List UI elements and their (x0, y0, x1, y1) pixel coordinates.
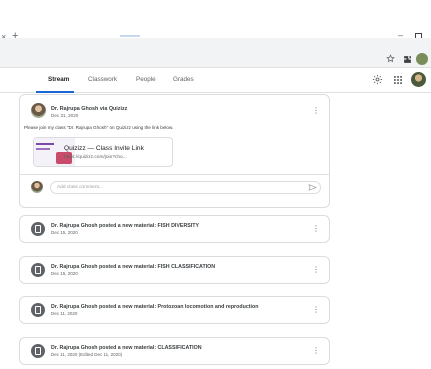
send-icon[interactable] (308, 184, 317, 191)
material-icon (31, 344, 45, 358)
apps-grid-icon[interactable] (394, 76, 402, 84)
tab-people[interactable]: People (136, 76, 156, 84)
material-title: Dr. Rajrupa Ghosh posted a new material:… (51, 345, 202, 351)
material-card[interactable] (19, 296, 330, 324)
commenter-avatar (31, 181, 43, 193)
active-tab[interactable] (120, 35, 140, 37)
material-date: Dec 15, 2020 (51, 230, 78, 235)
material-icon (31, 263, 45, 277)
material-card[interactable] (19, 256, 330, 284)
more-options-icon[interactable]: ⋮ (312, 347, 320, 355)
browser-profile-avatar[interactable] (416, 53, 428, 65)
tab-grades[interactable]: Grades (173, 76, 194, 84)
avatar[interactable] (411, 72, 426, 87)
material-card[interactable] (19, 337, 330, 365)
link-url[interactable]: https://quizizz.com/join?cho... (64, 155, 127, 160)
link-title[interactable]: Quizizz — Class Invite Link (64, 145, 144, 152)
material-date: Dec 11, 2020 (Edited Dec 11, 2020) (51, 352, 123, 357)
divider (20, 174, 329, 175)
post-text: Please join my class "Dr. Rajrupa Ghosh"… (24, 125, 174, 130)
extensions-puzzle-icon[interactable] (403, 55, 412, 64)
material-date: Dec 11, 2020 (51, 311, 78, 316)
active-tab-indicator (36, 91, 74, 93)
post-date: Dec 31, 2020 (51, 113, 79, 118)
tab-stream[interactable]: Stream (48, 76, 69, 84)
bookmark-star-icon[interactable] (386, 54, 395, 63)
browser-tabstrip: × + – (0, 0, 431, 42)
classroom-header: Stream Classwork People Grades (0, 68, 431, 93)
link-thumbnail (34, 138, 75, 166)
material-title: Dr. Rajrupa Ghosh posted a new material:… (51, 264, 216, 270)
material-date: Dec 15, 2020 (51, 271, 78, 276)
material-icon (31, 222, 45, 236)
material-title: Dr. Rajrupa Ghosh posted a new material:… (51, 304, 259, 310)
more-options-icon[interactable]: ⋮ (312, 107, 320, 115)
more-options-icon[interactable]: ⋮ (312, 266, 320, 274)
material-icon (31, 303, 45, 317)
post-author: Dr. Rajrupa Ghosh via Quizizz (51, 106, 128, 112)
material-card[interactable] (19, 215, 330, 243)
comment-placeholder: Add class comment... (57, 185, 103, 190)
tab-classwork[interactable]: Classwork (88, 76, 117, 84)
link-attachment[interactable] (33, 137, 173, 167)
material-title: Dr. Rajrupa Ghosh posted a new material:… (51, 223, 200, 229)
author-avatar (31, 103, 46, 118)
gear-icon[interactable] (372, 74, 383, 85)
more-options-icon[interactable]: ⋮ (312, 306, 320, 314)
more-options-icon[interactable]: ⋮ (312, 225, 320, 233)
browser-toolbar (0, 38, 431, 68)
